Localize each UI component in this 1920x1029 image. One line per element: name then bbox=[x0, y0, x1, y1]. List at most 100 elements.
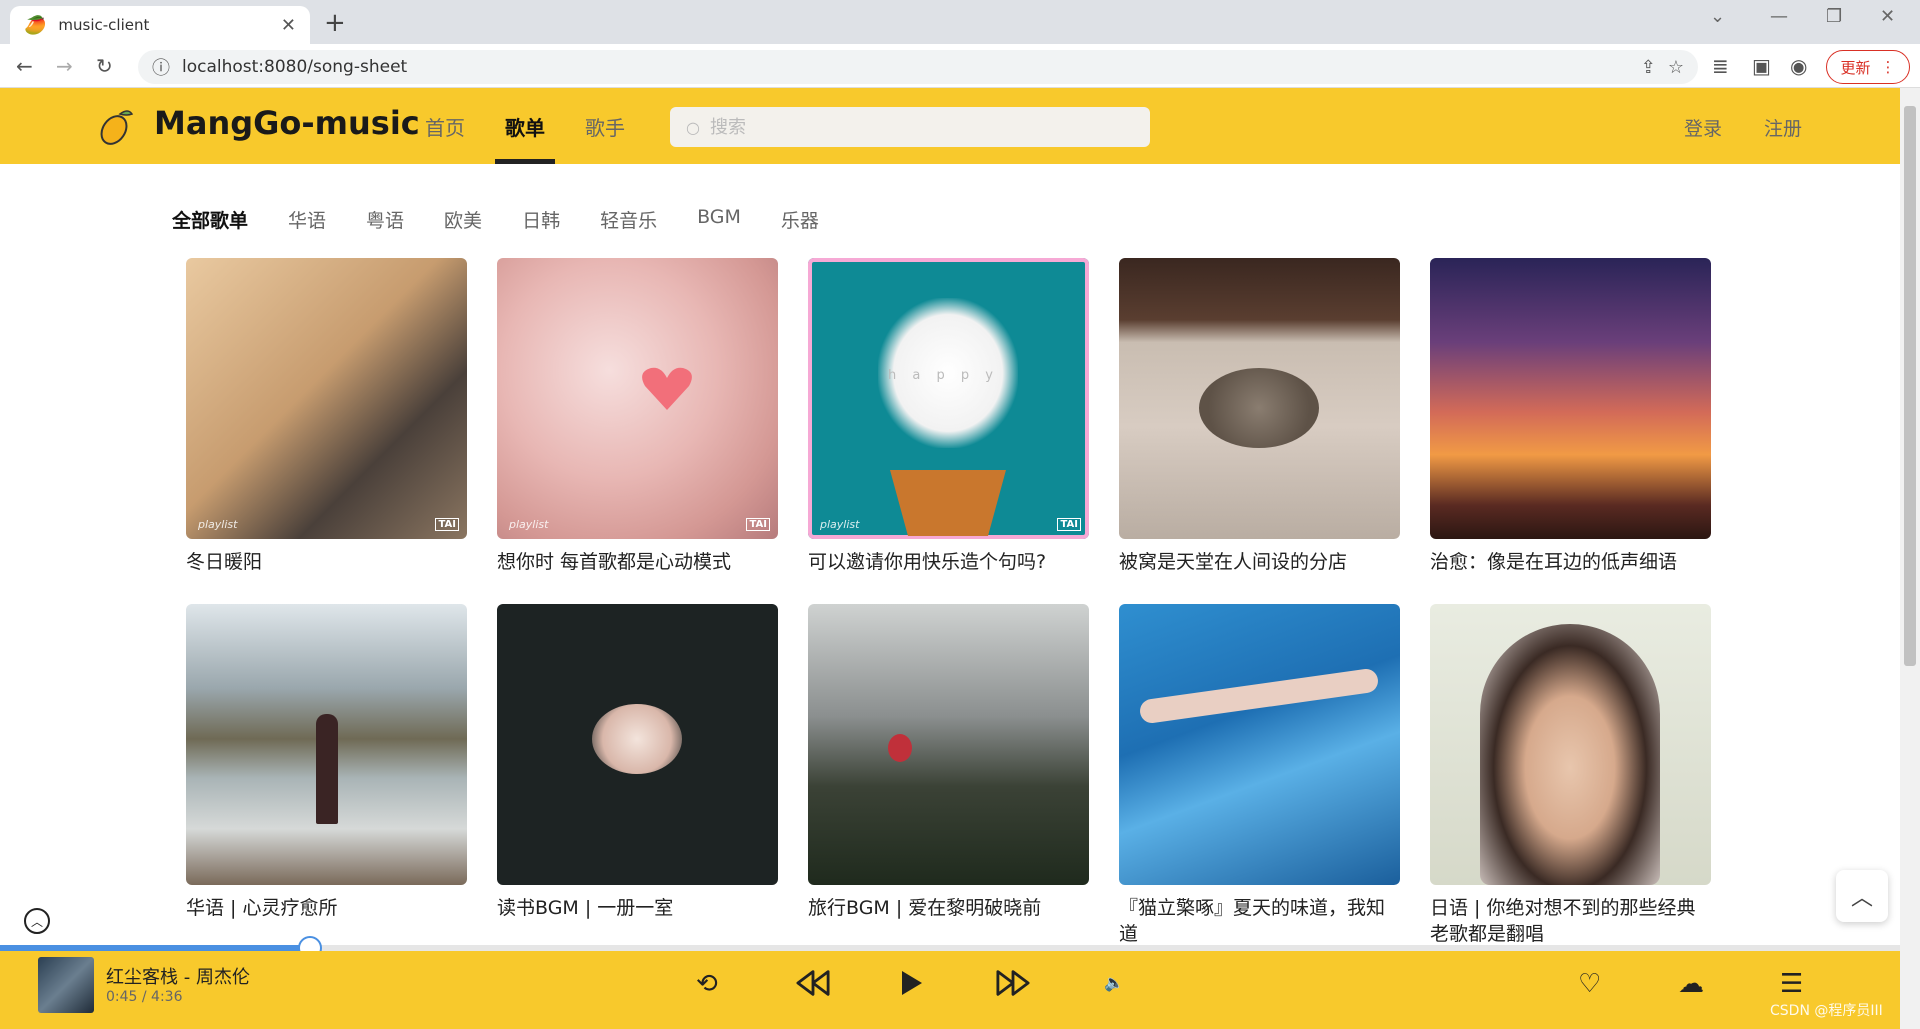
playlist-name[interactable]: 可以邀请你用快乐造个句吗? bbox=[808, 549, 1089, 575]
sleeping-cat-shape bbox=[1199, 368, 1319, 448]
play-icon[interactable] bbox=[900, 969, 924, 1001]
song-time: 0:45 / 4:36 bbox=[106, 989, 183, 1005]
favorite-heart-icon[interactable]: ♡ bbox=[1578, 969, 1601, 999]
new-tab-icon[interactable]: + bbox=[324, 8, 346, 38]
media-control-icon[interactable]: ≣ bbox=[1712, 54, 1729, 78]
next-icon[interactable] bbox=[996, 969, 1030, 1001]
playlist-name[interactable]: 被窝是天堂在人间设的分店 bbox=[1119, 549, 1400, 575]
login-link[interactable]: 登录 bbox=[1684, 114, 1722, 141]
playlist-menu-icon[interactable]: ☰ bbox=[1780, 969, 1803, 999]
update-label: 更新 bbox=[1840, 58, 1871, 77]
close-tab-icon[interactable]: ✕ bbox=[281, 15, 296, 36]
watermark: CSDN @程序员III bbox=[1770, 1003, 1883, 1019]
category-western[interactable]: 欧美 bbox=[444, 206, 482, 233]
minimize-icon[interactable]: — bbox=[1770, 6, 1788, 27]
nav-singer[interactable]: 歌手 bbox=[585, 112, 625, 141]
category-cantonese[interactable]: 粤语 bbox=[366, 206, 404, 233]
playlist-cover[interactable]: h a p p y playlist TAI bbox=[808, 258, 1089, 539]
bookmark-star-icon[interactable]: ☆ bbox=[1668, 57, 1684, 78]
loop-icon[interactable]: ⟲ bbox=[696, 969, 718, 999]
url-text: localhost:8080/song-sheet bbox=[182, 57, 408, 77]
chevron-up-icon: ︿ bbox=[1850, 886, 1873, 911]
page-scrollbar[interactable] bbox=[1900, 88, 1920, 1029]
side-panel-icon[interactable]: ▣ bbox=[1752, 54, 1771, 78]
player-collapse-button[interactable]: ︿ bbox=[24, 908, 50, 934]
playlist-cover[interactable] bbox=[1119, 604, 1400, 885]
update-button[interactable]: 更新 ⋮ bbox=[1826, 50, 1910, 84]
playlist-card[interactable]: playlist TAI 冬日暖阳 bbox=[186, 258, 467, 575]
search-icon: ○ bbox=[686, 117, 700, 137]
playlist-name[interactable]: 日语 | 你绝对想不到的那些经典老歌都是翻唱 bbox=[1430, 895, 1711, 947]
category-tabs: 全部歌单 华语 粤语 欧美 日韩 轻音乐 BGM 乐器 bbox=[172, 206, 819, 233]
playlist-cover[interactable] bbox=[808, 604, 1089, 885]
reload-icon[interactable]: ↻ bbox=[96, 54, 113, 78]
chevron-up-icon: ︿ bbox=[30, 914, 43, 929]
nav-song-sheet[interactable]: 歌单 bbox=[505, 112, 545, 141]
back-to-top-button[interactable]: ︿ bbox=[1836, 870, 1888, 922]
register-link[interactable]: 注册 bbox=[1764, 114, 1802, 141]
tab-title: music-client bbox=[58, 16, 150, 34]
playlist-name[interactable]: 旅行BGM | 爱在黎明破晓前 bbox=[808, 895, 1089, 921]
restore-icon[interactable]: ❐ bbox=[1826, 6, 1842, 27]
album-cover[interactable] bbox=[38, 957, 94, 1013]
playlist-cover[interactable] bbox=[1119, 258, 1400, 539]
category-all[interactable]: 全部歌单 bbox=[172, 206, 248, 233]
address-bar[interactable]: ⓘ localhost:8080/song-sheet ⇪ ☆ bbox=[138, 50, 1698, 84]
playlist-name[interactable]: 『猫立檠啄』夏天的味道，我知道 bbox=[1119, 895, 1400, 947]
volume-icon[interactable]: 🔈 bbox=[1104, 973, 1124, 992]
playlist-cover[interactable]: playlist TAI bbox=[186, 258, 467, 539]
cover-badge: TAI bbox=[1057, 518, 1081, 531]
playlist-name[interactable]: 读书BGM | 一册一室 bbox=[497, 895, 778, 921]
previous-icon[interactable] bbox=[796, 969, 830, 1001]
playlist-card[interactable]: 被窝是天堂在人间设的分店 bbox=[1119, 258, 1400, 575]
tab-search-icon[interactable]: ⌄ bbox=[1710, 6, 1725, 27]
portrait-shape bbox=[1480, 624, 1660, 885]
search-input[interactable] bbox=[709, 116, 1110, 138]
ice-cream-cone-icon bbox=[890, 470, 1006, 536]
close-window-icon[interactable]: ✕ bbox=[1880, 6, 1895, 27]
playlist-name[interactable]: 冬日暖阳 bbox=[186, 549, 467, 575]
playlist-card[interactable]: 日语 | 你绝对想不到的那些经典老歌都是翻唱 bbox=[1430, 604, 1711, 947]
playlist-cover[interactable] bbox=[186, 604, 467, 885]
red-balloon-shape bbox=[888, 734, 912, 762]
nav-home[interactable]: 首页 bbox=[425, 112, 465, 141]
playlist-card[interactable]: 华语 | 心灵疗愈所 bbox=[186, 604, 467, 921]
search-box[interactable]: ○ bbox=[670, 107, 1150, 147]
category-instrument[interactable]: 乐器 bbox=[781, 206, 819, 233]
playlist-name[interactable]: 华语 | 心灵疗愈所 bbox=[186, 895, 467, 921]
music-player: 红尘客栈 - 周杰伦 0:45 / 4:36 ⟲ 🔈 ♡ ☁ ☰ bbox=[0, 951, 1900, 1029]
info-icon[interactable]: ⓘ bbox=[152, 54, 170, 80]
playlist-card[interactable]: playlist TAI 想你时 每首歌都是心动模式 bbox=[497, 258, 778, 575]
playlist-cover[interactable] bbox=[1430, 604, 1711, 885]
scrollbar-thumb[interactable] bbox=[1904, 106, 1916, 666]
cover-badge: TAI bbox=[746, 518, 770, 531]
cover-text: h a p p y bbox=[888, 368, 999, 383]
playlist-cover[interactable]: playlist TAI bbox=[497, 258, 778, 539]
category-jpkr[interactable]: 日韩 bbox=[522, 206, 560, 233]
browser-tab[interactable]: 🥭 music-client ✕ bbox=[10, 6, 310, 44]
playlist-cover[interactable] bbox=[497, 604, 778, 885]
cover-tag: playlist bbox=[198, 518, 238, 531]
share-icon[interactable]: ⇪ bbox=[1641, 57, 1656, 78]
playlist-card[interactable]: 治愈：像是在耳边的低声细语 bbox=[1430, 258, 1711, 575]
playlist-card[interactable]: h a p p y playlist TAI 可以邀请你用快乐造个句吗? bbox=[808, 258, 1089, 575]
app-title[interactable]: MangGo-music bbox=[154, 104, 420, 142]
playlist-card[interactable]: 旅行BGM | 爱在黎明破晓前 bbox=[808, 604, 1089, 921]
playlist-card[interactable]: 读书BGM | 一册一室 bbox=[497, 604, 778, 921]
peony-flower-shape bbox=[592, 704, 682, 774]
playlist-name[interactable]: 想你时 每首歌都是心动模式 bbox=[497, 549, 778, 575]
more-menu-icon: ⋮ bbox=[1880, 58, 1896, 76]
playlist-card[interactable]: 『猫立檠啄』夏天的味道，我知道 bbox=[1119, 604, 1400, 947]
category-bgm[interactable]: BGM bbox=[697, 206, 741, 233]
category-light-music[interactable]: 轻音乐 bbox=[600, 206, 657, 233]
playlist-name[interactable]: 治愈：像是在耳边的低声细语 bbox=[1430, 549, 1711, 575]
app-header: MangGo-music 首页 歌单 歌手 ○ 登录 注册 bbox=[0, 88, 1900, 164]
mango-logo-icon[interactable] bbox=[94, 106, 136, 148]
download-cloud-icon[interactable]: ☁ bbox=[1678, 969, 1704, 999]
back-icon[interactable]: ← bbox=[16, 54, 33, 78]
forward-icon[interactable]: → bbox=[56, 54, 73, 78]
profile-avatar-icon[interactable]: ◉ bbox=[1790, 54, 1807, 78]
nav-active-indicator bbox=[495, 159, 555, 164]
playlist-cover[interactable] bbox=[1430, 258, 1711, 539]
category-chinese[interactable]: 华语 bbox=[288, 206, 326, 233]
